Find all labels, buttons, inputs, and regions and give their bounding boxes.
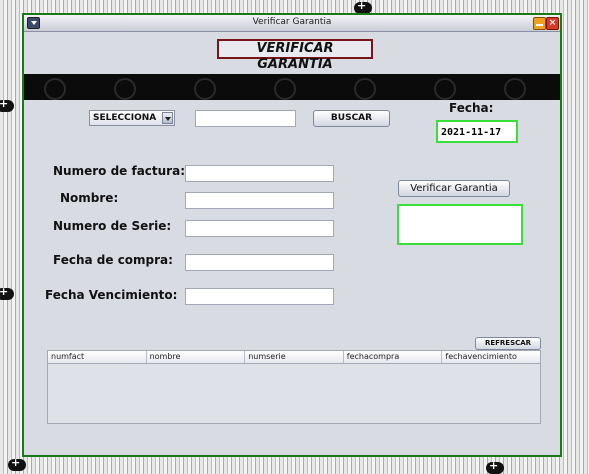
verify-result-box	[397, 204, 523, 245]
column-header-fechacompra[interactable]: fechacompra	[344, 351, 443, 363]
date-label: Fecha:	[449, 101, 494, 115]
serial-number-label: Numero de Serie:	[53, 219, 172, 233]
column-header-fechavencimiento[interactable]: fechavencimiento	[442, 351, 540, 363]
column-header-numfact[interactable]: numfact	[48, 351, 147, 363]
refresh-button[interactable]: REFRESCAR	[475, 337, 541, 350]
page-title: VERIFICAR GARANTIA	[217, 39, 373, 72]
purchase-date-label: Fecha de compra:	[53, 253, 173, 267]
serial-number-field[interactable]	[185, 220, 334, 237]
purchase-date-field[interactable]	[185, 254, 334, 271]
search-type-select[interactable]: SELECCIONA	[89, 110, 175, 126]
table-header: numfact nombre numserie fechacompra fech…	[48, 351, 540, 364]
search-button[interactable]: BUSCAR	[313, 110, 390, 127]
title-bar[interactable]: Verificar Garantia ×	[24, 15, 560, 32]
minimize-icon[interactable]	[533, 17, 546, 30]
gamepad-icon	[0, 97, 14, 112]
name-field[interactable]	[185, 192, 334, 209]
window-title: Verificar Garantia	[252, 17, 332, 27]
column-header-nombre[interactable]: nombre	[147, 351, 246, 363]
date-field: 2021-11-17	[436, 120, 518, 143]
expiry-date-label: Fecha Vencimiento:	[45, 288, 178, 302]
invoice-number-field[interactable]	[185, 165, 334, 182]
search-input[interactable]	[195, 110, 296, 127]
main-window: Verificar Garantia × VERIFICAR GARANTIA …	[22, 13, 562, 457]
warranty-table[interactable]: numfact nombre numserie fechacompra fech…	[47, 350, 541, 424]
date-value: 2021-11-17	[441, 127, 502, 138]
name-label: Nombre:	[60, 191, 119, 205]
close-icon[interactable]: ×	[546, 17, 559, 30]
verify-warranty-button[interactable]: Verificar Garantia	[398, 180, 510, 197]
expiry-date-field[interactable]	[185, 288, 334, 305]
gamepad-icon	[8, 456, 26, 471]
invoice-number-label: Numero de factura:	[53, 164, 185, 178]
dropdown-arrow-icon[interactable]	[162, 112, 173, 124]
column-header-numserie[interactable]: numserie	[245, 351, 344, 363]
search-type-value: SELECCIONA	[93, 113, 157, 123]
gamepad-icon	[486, 459, 504, 474]
banner-image	[24, 74, 560, 100]
gamepad-icon	[0, 285, 14, 300]
